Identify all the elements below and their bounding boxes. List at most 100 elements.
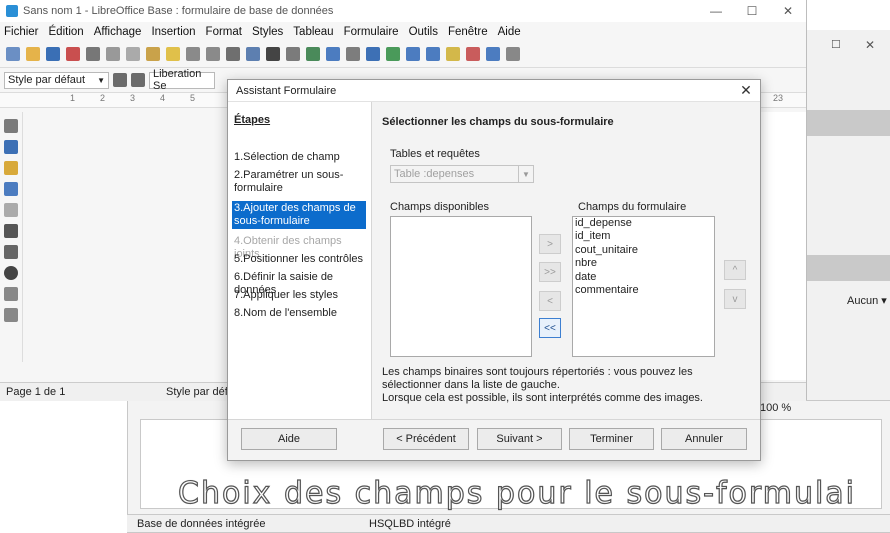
label-icon[interactable] (4, 203, 18, 217)
new-style-icon[interactable] (131, 73, 145, 87)
step-8[interactable]: 8.Nom de l'ensemble (232, 306, 366, 321)
menu-tableau[interactable]: Tableau (293, 26, 333, 38)
save-icon[interactable] (46, 47, 60, 61)
find-replace-icon[interactable] (226, 47, 240, 61)
open-folder-icon[interactable] (26, 47, 40, 61)
list-item[interactable]: cout_unitaire (573, 244, 714, 257)
step-2[interactable]: 2.Paramétrer un sous-formulaire (232, 168, 366, 196)
new-document-icon[interactable] (6, 47, 20, 61)
menu-affichage[interactable]: Affichage (94, 26, 142, 38)
chevron-down-icon: ▼ (518, 166, 533, 182)
close-button[interactable]: ✕ (770, 4, 806, 18)
chevron-down-icon[interactable]: ▼ (94, 76, 108, 85)
bg-panel-bar-2 (807, 255, 890, 281)
track-changes-icon[interactable] (466, 47, 480, 61)
combo-box-icon[interactable] (4, 308, 18, 322)
list-item[interactable]: date (573, 271, 714, 284)
update-style-icon[interactable] (113, 73, 127, 87)
menu-fenetre[interactable]: Fenêtre (448, 26, 488, 38)
step-7[interactable]: 7.Appliquer les styles (232, 288, 366, 303)
list-item[interactable]: id_item (573, 230, 714, 243)
maximize-icon[interactable]: ☐ (831, 38, 841, 51)
footnote-icon[interactable] (406, 47, 420, 61)
move-up-button[interactable]: ^ (724, 260, 746, 280)
cut-icon[interactable] (106, 47, 120, 61)
move-down-button[interactable]: v (724, 289, 746, 309)
step-1[interactable]: 1.Sélection de champ (232, 150, 366, 165)
title-bar: Sans nom 1 - LibreOffice Base : formulai… (0, 0, 806, 22)
available-fields-list[interactable] (390, 216, 532, 357)
line-icon[interactable] (486, 47, 500, 61)
dialog-button-row: Aide < Précédent Suivant > Terminer Annu… (228, 419, 760, 460)
image-icon[interactable] (306, 47, 320, 61)
print-icon[interactable] (86, 47, 100, 61)
db-status-left: Base de données intégrée (137, 517, 266, 530)
move-all-left-button[interactable]: << (539, 318, 561, 338)
menu-formulaire[interactable]: Formulaire (344, 26, 399, 38)
document-canvas (760, 112, 806, 380)
finish-button[interactable]: Terminer (569, 428, 654, 450)
db-status-right: HSQLBD intégré (369, 517, 451, 530)
step-3[interactable]: 3.Ajouter des champs de sous-formulaire (232, 201, 366, 229)
step-5[interactable]: 5.Positionner les contrôles (232, 252, 366, 267)
minimize-button[interactable]: — (698, 4, 734, 18)
move-left-button[interactable]: < (539, 291, 561, 311)
cancel-button[interactable]: Annuler (661, 428, 747, 450)
menu-outils[interactable]: Outils (409, 26, 438, 38)
dialog-close-button[interactable]: ✕ (732, 82, 760, 99)
control-wizard-icon[interactable] (4, 161, 18, 175)
design-mode-icon[interactable] (4, 140, 18, 154)
shapes-icon[interactable] (506, 47, 520, 61)
spelling-icon[interactable] (246, 47, 260, 61)
binary-fields-info: Les champs binaires sont toujours répert… (382, 366, 703, 404)
form-wizard-dialog: Assistant Formulaire ✕ Étapes 1.Sélectio… (227, 79, 761, 461)
previous-button[interactable]: < Précédent (383, 428, 469, 450)
ruler-mark: 4 (160, 93, 166, 103)
list-item[interactable]: id_depense (573, 217, 714, 230)
list-item[interactable]: nbre (573, 257, 714, 270)
list-item[interactable]: commentaire (573, 284, 714, 297)
font-name-combo[interactable]: Liberation Se (149, 68, 215, 92)
checkbox-icon[interactable] (4, 245, 18, 259)
chart-icon[interactable] (326, 47, 340, 61)
maximize-button[interactable]: ☐ (734, 4, 770, 18)
clone-formatting-icon[interactable] (166, 47, 180, 61)
move-all-right-button[interactable]: >> (539, 262, 561, 282)
zoom-level[interactable]: 100 % (760, 402, 791, 414)
menu-insertion[interactable]: Insertion (151, 26, 195, 38)
menu-aide[interactable]: Aide (498, 26, 521, 38)
form-controls-sidebar (0, 112, 23, 362)
table-icon[interactable] (286, 47, 300, 61)
paste-icon[interactable] (146, 47, 160, 61)
subform-fields-pane: Sélectionner les champs du sous-formulai… (372, 102, 760, 419)
redo-icon[interactable] (206, 47, 220, 61)
header-footer-icon[interactable] (426, 47, 440, 61)
help-button[interactable]: Aide (241, 428, 337, 450)
list-box-icon[interactable] (4, 287, 18, 301)
text-box-icon[interactable] (4, 224, 18, 238)
formatting-marks-icon[interactable] (266, 47, 280, 61)
menu-styles[interactable]: Styles (252, 26, 283, 38)
select-pointer-icon[interactable] (4, 119, 18, 133)
move-right-button[interactable]: > (539, 234, 561, 254)
aucun-dropdown[interactable]: Aucun ▾ (847, 294, 887, 307)
form-design-icon[interactable] (4, 182, 18, 196)
export-pdf-icon[interactable] (66, 47, 80, 61)
form-fields-list[interactable]: id_depense id_item cout_unitaire nbre da… (572, 216, 715, 357)
menu-edition[interactable]: Édition (49, 26, 84, 38)
option-button-icon[interactable] (4, 266, 18, 280)
comment-icon[interactable] (446, 47, 460, 61)
ruler-mark: 1 (70, 93, 76, 103)
app-logo-icon (6, 5, 18, 17)
menu-fichier[interactable]: Fichier (4, 26, 39, 38)
copy-icon[interactable] (126, 47, 140, 61)
menu-format[interactable]: Format (206, 26, 242, 38)
paragraph-style-combo[interactable]: Style par défaut ▼ (4, 71, 109, 89)
page-style: Style par déf (166, 386, 228, 398)
hyperlink-icon[interactable] (386, 47, 400, 61)
textbox-icon[interactable] (346, 47, 360, 61)
special-character-icon[interactable] (366, 47, 380, 61)
close-icon[interactable]: ✕ (865, 38, 875, 52)
next-button[interactable]: Suivant > (477, 428, 562, 450)
undo-icon[interactable] (186, 47, 200, 61)
